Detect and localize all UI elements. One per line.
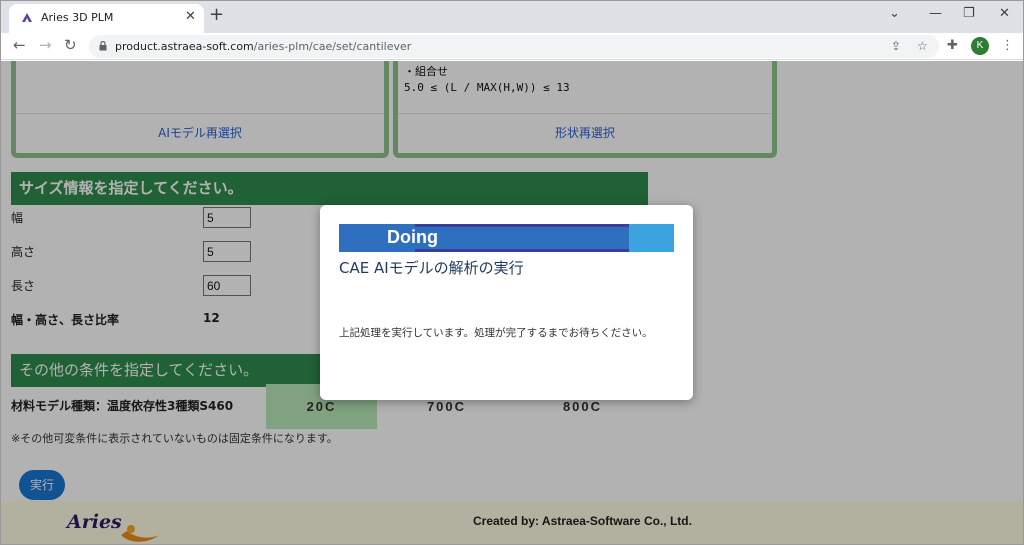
tab-close-icon[interactable]: ✕ (185, 9, 196, 24)
address-bar[interactable]: product.astraea-soft.com/aries-plm/cae/s… (89, 35, 939, 58)
browser-window: Aries 3D PLM ✕ + ⌄ — ❐ ✕ ← → ↻ product.a… (0, 0, 1024, 545)
menu-icon[interactable]: ⋮ (1001, 38, 1014, 53)
url-text[interactable]: product.astraea-soft.com/aries-plm/cae/s… (115, 40, 411, 53)
star-icon[interactable]: ☆ (917, 39, 928, 53)
close-window-icon[interactable]: ✕ (999, 6, 1010, 21)
modal-title: CAE AIモデルの解析の実行 (339, 259, 524, 277)
minimize-icon[interactable]: — (929, 6, 942, 21)
url-path: /aries-plm/cae/set/cantilever (253, 40, 412, 53)
browser-toolbar: ← → ↻ product.astraea-soft.com/aries-plm… (1, 33, 1023, 60)
modal-message: 上記処理を実行しています。処理が完了するまでお待ちください。 (339, 327, 653, 339)
tab-search-icon[interactable]: ⌄ (889, 6, 900, 21)
lock-icon (99, 41, 107, 51)
progress-bar: Doing (339, 224, 674, 252)
tab-title: Aries 3D PLM (41, 11, 114, 24)
new-tab-button[interactable]: + (209, 4, 224, 25)
progress-stripe-bottom (415, 249, 629, 252)
aries-favicon-icon (22, 13, 32, 22)
progress-stripe-top (415, 224, 629, 227)
progress-fill (339, 224, 629, 252)
restore-icon[interactable]: ❐ (963, 6, 975, 21)
browser-tab[interactable]: Aries 3D PLM ✕ (9, 4, 204, 33)
forward-icon[interactable]: → (39, 36, 52, 54)
tab-bar: Aries 3D PLM ✕ + ⌄ — ❐ ✕ (1, 1, 1023, 33)
reload-icon[interactable]: ↻ (64, 36, 77, 54)
progress-modal: Doing CAE AIモデルの解析の実行 上記処理を実行しています。処理が完了… (320, 205, 693, 400)
profile-avatar[interactable]: K (971, 37, 989, 55)
url-host: product.astraea-soft.com (115, 40, 254, 53)
share-icon[interactable]: ⇪ (891, 39, 901, 53)
back-icon[interactable]: ← (13, 36, 26, 54)
extensions-icon[interactable]: ✚ (947, 38, 958, 53)
progress-status: Doing (387, 227, 438, 247)
